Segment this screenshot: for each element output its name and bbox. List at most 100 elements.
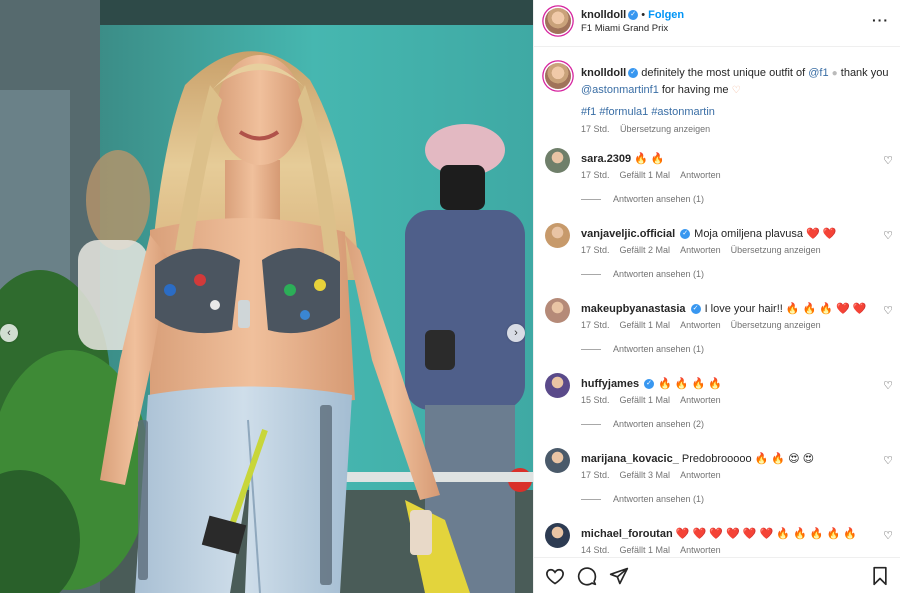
commenter-avatar[interactable] xyxy=(545,223,570,248)
mention-link[interactable]: @f1 xyxy=(808,67,828,79)
view-replies-label: Antworten ansehen (2) xyxy=(613,419,705,429)
comment-item: marijana_kovacic_ Predobrooooo 🔥 🔥 😍 😍 17 … xyxy=(545,448,895,520)
comment-emojis: 🔥 🔥 🔥 ❤️ ❤️ xyxy=(785,303,867,315)
separator-dot: • xyxy=(641,9,646,21)
comment-likes-link[interactable]: Gefällt 3 Mal xyxy=(620,470,671,480)
caption-avatar[interactable] xyxy=(545,63,571,89)
replies-divider xyxy=(581,199,601,201)
comment-emojis: ❤️ ❤️ ❤️ ❤️ ❤️ ❤️ 🔥 🔥 🔥 🔥 🔥 xyxy=(675,528,857,540)
comment-likes-link[interactable]: Gefällt 1 Mal xyxy=(620,545,671,555)
comment-reply-button[interactable]: Antworten xyxy=(680,470,721,480)
comment-emojis: 🔥 🔥 xyxy=(634,153,665,165)
comment-item: vanjaveljic.official ✓ Moja omiljena plavu… xyxy=(545,223,895,295)
chevron-left-icon: ‹ xyxy=(7,326,11,339)
comment-item: michael_foroutan ❤️ ❤️ ❤️ ❤️ ❤️ ❤️ 🔥 🔥 🔥 … xyxy=(545,523,895,557)
comment-likes-link[interactable]: Gefällt 1 Mal xyxy=(620,320,671,330)
comment-username[interactable]: sara.2309 xyxy=(581,153,631,165)
author-username[interactable]: knolldoll xyxy=(581,9,626,21)
verified-badge-icon: ✓ xyxy=(628,68,639,79)
caption-time: 17 Std. xyxy=(581,124,610,134)
comment-likes-link[interactable]: Gefällt 1 Mal xyxy=(620,395,671,405)
comment-emojis: 🔥 🔥 🔥 🔥 xyxy=(658,378,723,390)
comment-username[interactable]: huffyjames xyxy=(581,378,639,390)
replies-divider xyxy=(581,274,601,276)
caption-text-part: thank you xyxy=(840,67,889,79)
replies-divider xyxy=(581,349,601,351)
post-media[interactable]: ‹ › xyxy=(0,0,533,593)
comment-reply-button[interactable]: Antworten xyxy=(680,245,721,255)
comment-meta: 14 Std. Gefällt 1 Mal Antworten xyxy=(581,545,731,555)
commenter-avatar[interactable] xyxy=(545,448,570,473)
comment-emojis: ❤️ ❤️ xyxy=(806,228,837,240)
comment-username[interactable]: marijana_kovacic_ xyxy=(581,453,679,465)
pink-heart-hands-emoji-icon: ♡ xyxy=(731,85,741,96)
view-replies-label: Antworten ansehen (1) xyxy=(613,344,705,354)
comment-username[interactable]: michael_foroutan xyxy=(581,528,673,540)
view-replies-button[interactable]: Antworten ansehen (1) xyxy=(581,194,704,204)
comment-likes-link[interactable]: Gefällt 1 Mal xyxy=(620,170,671,180)
comment-translate-link[interactable]: Übersetzung anzeigen xyxy=(731,320,821,330)
comment-time: 17 Std. xyxy=(581,320,610,330)
commenter-avatar[interactable] xyxy=(545,148,570,173)
caption-text-part: definitely the most unique outfit of xyxy=(641,67,806,79)
caption-meta: 17 Std. Übersetzung anzeigen xyxy=(581,124,718,134)
comment-time: 17 Std. xyxy=(581,245,610,255)
caption-translate-link[interactable]: Übersetzung anzeigen xyxy=(620,124,710,134)
comment-like-heart-icon[interactable]: ♡ xyxy=(883,304,893,317)
more-options-icon[interactable]: ··· xyxy=(872,12,889,28)
comment-like-heart-icon[interactable]: ♡ xyxy=(883,229,893,242)
post-photo xyxy=(0,0,533,593)
comment-bubble-icon[interactable] xyxy=(577,566,597,586)
comment-item: makeupbyanastasia ✓ I love your hair!! 🔥 🔥… xyxy=(545,298,895,370)
comments-scroll-area[interactable]: knolldoll ✓ definitely the most unique ou… xyxy=(534,47,900,557)
commenter-avatar[interactable] xyxy=(545,373,570,398)
caption-text-part: for having me xyxy=(661,84,729,96)
post-header: knolldoll ✓ • Folgen F1 Miami Grand Prix ··… xyxy=(534,0,900,47)
caption-username[interactable]: knolldoll xyxy=(581,67,626,79)
comment-reply-button[interactable]: Antworten xyxy=(680,395,721,405)
view-replies-label: Antworten ansehen (1) xyxy=(613,194,705,204)
comment-item: sara.2309 🔥 🔥 17 Std. Gefällt 1 Mal Antworte… xyxy=(545,148,895,220)
view-replies-button[interactable]: Antworten ansehen (1) xyxy=(581,494,704,504)
view-replies-button[interactable]: Antworten ansehen (1) xyxy=(581,269,704,279)
verified-badge-icon: ✓ xyxy=(628,10,639,21)
action-bar xyxy=(534,557,900,593)
comment-meta: 17 Std. Gefällt 1 Mal Antworten xyxy=(581,170,731,180)
comment-reply-button[interactable]: Antworten xyxy=(680,320,721,330)
comment-username[interactable]: makeupbyanastasia xyxy=(581,303,686,315)
comment-like-heart-icon[interactable]: ♡ xyxy=(883,154,893,167)
post-location[interactable]: F1 Miami Grand Prix xyxy=(581,23,668,34)
carousel-prev-button[interactable]: ‹ xyxy=(0,324,18,342)
caption-hashtags[interactable]: #f1 #formula1 #astonmartin xyxy=(581,106,715,118)
view-replies-button[interactable]: Antworten ansehen (2) xyxy=(581,419,704,429)
comment-emojis: 🔥 🔥 😍 😍 xyxy=(754,453,815,465)
view-replies-label: Antworten ansehen (1) xyxy=(613,269,705,279)
comment-translate-link[interactable]: Übersetzung anzeigen xyxy=(731,245,821,255)
replies-divider xyxy=(581,424,601,426)
commenter-avatar[interactable] xyxy=(545,298,570,323)
bookmark-icon[interactable] xyxy=(870,566,890,586)
comment-meta: 15 Std. Gefällt 1 Mal Antworten xyxy=(581,395,731,405)
comment-line: vanjaveljic.official ✓ Moja omiljena plavu… xyxy=(581,227,837,240)
paper-plane-icon[interactable] xyxy=(609,566,629,586)
comment-reply-button[interactable]: Antworten xyxy=(680,545,721,555)
commenter-avatar[interactable] xyxy=(545,523,570,548)
comment-likes-link[interactable]: Gefällt 2 Mal xyxy=(620,245,671,255)
comment-like-heart-icon[interactable]: ♡ xyxy=(883,529,893,542)
comment-line: huffyjames ✓ 🔥 🔥 🔥 🔥 xyxy=(581,377,722,390)
comment-like-heart-icon[interactable]: ♡ xyxy=(883,454,893,467)
author-avatar[interactable] xyxy=(545,8,571,34)
view-replies-label: Antworten ansehen (1) xyxy=(613,494,705,504)
follow-button[interactable]: Folgen xyxy=(648,9,684,21)
view-replies-button[interactable]: Antworten ansehen (1) xyxy=(581,344,704,354)
comment-username[interactable]: vanjaveljic.official xyxy=(581,228,675,240)
comment-like-heart-icon[interactable]: ♡ xyxy=(883,379,893,392)
comment-text: Predobrooooo xyxy=(681,453,752,465)
carousel-next-button[interactable]: › xyxy=(507,324,525,342)
heart-outline-icon[interactable] xyxy=(545,566,565,586)
author-line: knolldoll ✓ • Folgen xyxy=(581,9,684,21)
comment-reply-button[interactable]: Antworten xyxy=(680,170,721,180)
comment-line: sara.2309 🔥 🔥 xyxy=(581,152,665,165)
mention-link[interactable]: @astonmartinf1 xyxy=(581,84,659,96)
post-sidebar: knolldoll ✓ • Folgen F1 Miami Grand Prix ··… xyxy=(533,0,900,593)
